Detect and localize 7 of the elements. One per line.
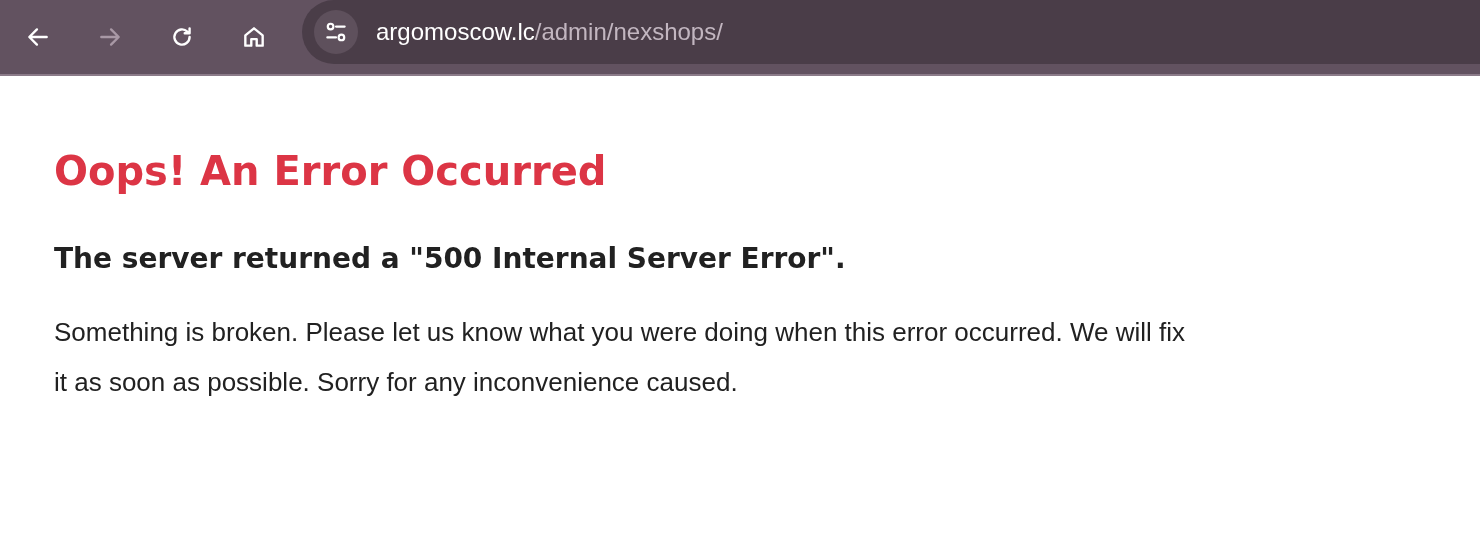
error-message: Something is broken. Please let us know what you were doing when this error occurred. We will fix it as soon as possible. Sorry for any inconvenience caused. bbox=[54, 316, 1187, 399]
error-heading: Oops! An Error Occurred bbox=[54, 148, 608, 194]
url-text: argomoscow.lc/admin/nexshops/ bbox=[376, 18, 723, 46]
error-subheading: The server returned a "500 Internal Server Error". bbox=[54, 242, 847, 275]
site-settings-button[interactable] bbox=[314, 10, 358, 54]
address-bar[interactable]: argomoscow.lc/admin/nexshops/ bbox=[302, 0, 1480, 64]
home-icon bbox=[241, 24, 267, 50]
